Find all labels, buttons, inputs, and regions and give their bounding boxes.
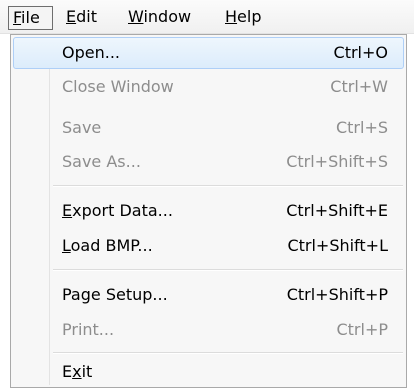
menu-item-save-as-label: Save As... bbox=[62, 152, 141, 171]
menu-item-print-label: Print... bbox=[62, 320, 115, 339]
menu-help-suffix: elp bbox=[237, 7, 262, 26]
export-data-suffix: xport Data... bbox=[72, 201, 173, 220]
menu-item-export-data-label: Export Data... bbox=[62, 195, 173, 227]
export-data-mnemonic: E bbox=[62, 201, 73, 220]
menu-item-print-shortcut: Ctrl+P bbox=[336, 320, 388, 339]
menu-item-save-shortcut: Ctrl+S bbox=[335, 118, 388, 137]
menu-item-load-bmp-shortcut: Ctrl+Shift+L bbox=[287, 236, 388, 255]
menu-bar: File Edit Window Help bbox=[0, 0, 414, 34]
menu-item-load-bmp-label: Load BMP... bbox=[62, 230, 153, 262]
menu-item-open[interactable]: Open... Ctrl+O bbox=[13, 37, 404, 69]
menu-item-save-as: Save As... Ctrl+Shift+S bbox=[13, 146, 404, 178]
exit-mnemonic: x bbox=[72, 362, 82, 381]
menu-separator bbox=[53, 269, 403, 271]
menu-item-close-window-shortcut: Ctrl+W bbox=[330, 77, 388, 96]
menu-item-page-setup-label: Page Setup... bbox=[62, 285, 168, 304]
menu-separator bbox=[53, 185, 403, 187]
menu-item-save-as-shortcut: Ctrl+Shift+S bbox=[286, 152, 388, 171]
menu-item-save-label: Save bbox=[62, 118, 102, 137]
menu-edit-mnemonic: E bbox=[66, 7, 77, 26]
menu-file-suffix: ile bbox=[21, 8, 40, 27]
menu-item-open-label: Open... bbox=[62, 43, 120, 62]
menu-item-export-data-shortcut: Ctrl+Shift+E bbox=[286, 201, 388, 220]
menu-item-exit[interactable]: Exit bbox=[13, 356, 404, 388]
menu-window-mnemonic: W bbox=[128, 7, 144, 26]
file-menu-dropdown: Open... Ctrl+O Close Window Ctrl+W Save … bbox=[10, 34, 407, 388]
load-bmp-suffix: oad BMP... bbox=[70, 236, 153, 255]
menu-item-exit-label: Exit bbox=[62, 356, 92, 388]
menu-item-export-data[interactable]: Export Data... Ctrl+Shift+E bbox=[13, 195, 404, 227]
menu-item-close-window-label: Close Window bbox=[62, 77, 174, 96]
exit-suffix: it bbox=[81, 362, 93, 381]
load-bmp-mnemonic: L bbox=[62, 236, 71, 255]
menu-help[interactable]: Help bbox=[221, 6, 265, 30]
menu-item-page-setup[interactable]: Page Setup... Ctrl+Shift+P bbox=[13, 279, 404, 311]
menu-window-suffix: indow bbox=[143, 7, 192, 26]
menu-file-mnemonic: F bbox=[13, 8, 22, 27]
menu-item-close-window: Close Window Ctrl+W bbox=[13, 71, 404, 103]
menu-item-load-bmp[interactable]: Load BMP... Ctrl+Shift+L bbox=[13, 230, 404, 262]
menu-item-save: Save Ctrl+S bbox=[13, 112, 404, 144]
menu-item-print: Print... Ctrl+P bbox=[13, 314, 404, 346]
exit-prefix: E bbox=[62, 362, 73, 381]
menu-window[interactable]: Window bbox=[124, 6, 195, 30]
menu-help-mnemonic: H bbox=[225, 7, 238, 26]
menu-edit-suffix: dit bbox=[76, 7, 97, 26]
menu-edit[interactable]: Edit bbox=[62, 6, 101, 30]
menu-item-open-shortcut: Ctrl+O bbox=[333, 43, 388, 62]
menu-file[interactable]: File bbox=[8, 6, 53, 30]
menu-separator bbox=[53, 352, 403, 354]
menu-item-page-setup-shortcut: Ctrl+Shift+P bbox=[286, 285, 388, 304]
